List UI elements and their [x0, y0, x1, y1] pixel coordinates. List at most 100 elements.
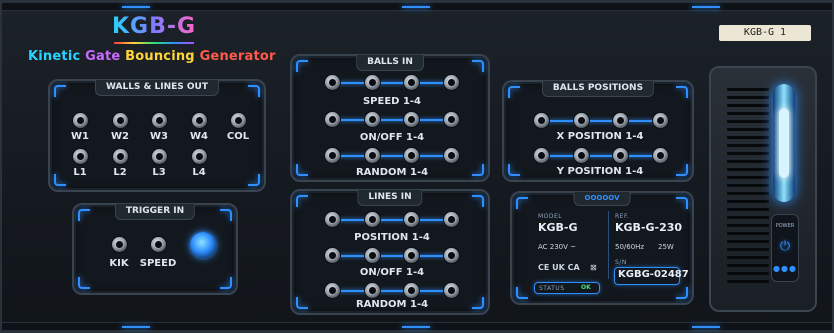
jack-onoff-4[interactable] [444, 112, 459, 127]
jack-speed-1[interactable] [325, 75, 340, 90]
row-label: X POSITION 1-4 [556, 131, 644, 142]
subtitle-word: Kinetic [28, 49, 81, 64]
jack-w2[interactable] [113, 113, 128, 128]
jack-onoff-4[interactable] [444, 248, 459, 263]
jack-random-4[interactable] [444, 283, 459, 298]
jack-speed-4[interactable] [444, 75, 459, 90]
jack-kik[interactable] [112, 237, 127, 252]
vent-slot [727, 264, 769, 267]
trigger-led-button[interactable] [190, 232, 216, 258]
jack-y-1[interactable] [534, 148, 549, 163]
jack-label: L4 [192, 167, 206, 178]
corner-light [54, 174, 66, 186]
jack-random-1[interactable] [325, 283, 340, 298]
jack-y-3[interactable] [613, 148, 628, 163]
jack-label: W4 [190, 131, 208, 142]
subtitle-word: Gate [85, 49, 121, 64]
jack-y-4[interactable] [653, 148, 668, 163]
jack-position-1[interactable] [325, 212, 340, 227]
panel-title: BALLS POSITIONS [541, 81, 655, 97]
jack-onoff-1[interactable] [325, 112, 340, 127]
vent-slot [727, 256, 769, 259]
corner-light [296, 164, 308, 176]
jack-y-2[interactable] [574, 148, 589, 163]
jack-onoff-3[interactable] [404, 112, 419, 127]
brand-underline [114, 42, 194, 44]
top-rail [2, 2, 832, 11]
power-unit: POWER ⏻ ●●● [709, 66, 817, 312]
jack-position-3[interactable] [404, 212, 419, 227]
vent-slot [727, 208, 769, 211]
jack-position-4[interactable] [444, 212, 459, 227]
jack-random-3[interactable] [404, 283, 419, 298]
brand-subtitle: Kinetic Gate Bouncing Generator [28, 49, 276, 64]
power-indicator-dots: ●●● [773, 264, 797, 273]
jack-speed[interactable] [151, 237, 166, 252]
jack-position-2[interactable] [365, 212, 380, 227]
jack-onoff-2[interactable] [365, 112, 380, 127]
rail-light [402, 6, 430, 8]
vent-slot [727, 112, 769, 115]
module-name-tag[interactable]: KGB-G 1 [719, 25, 811, 41]
jack-w1[interactable] [73, 113, 88, 128]
vent-slot [727, 248, 769, 251]
jack-onoff-3[interactable] [404, 248, 419, 263]
corner-light [472, 164, 484, 176]
corner-light [472, 297, 484, 309]
jack-onoff-1[interactable] [325, 248, 340, 263]
patch-wire [332, 290, 452, 292]
rail-light [122, 326, 150, 328]
jack-x-4[interactable] [653, 113, 668, 128]
vent-slot [727, 192, 769, 195]
corner-light [508, 164, 520, 176]
ref-label: REF. [615, 213, 630, 220]
jack-random-3[interactable] [404, 148, 419, 163]
recycle-icon: ⊠ [590, 263, 597, 272]
jack-random-4[interactable] [444, 148, 459, 163]
vent-slot [727, 224, 769, 227]
row-label: ON/OFF 1-4 [359, 132, 425, 143]
jack-x-1[interactable] [534, 113, 549, 128]
jack-l2[interactable] [113, 149, 128, 164]
jack-w3[interactable] [152, 113, 167, 128]
jack-random-2[interactable] [365, 148, 380, 163]
vent-slot [727, 176, 769, 179]
jack-speed-2[interactable] [365, 75, 380, 90]
jack-speed-3[interactable] [404, 75, 419, 90]
corner-light [296, 195, 308, 207]
jack-l1[interactable] [73, 149, 88, 164]
vent-slot [727, 184, 769, 187]
corner-light [676, 287, 688, 299]
jack-label: KIK [109, 258, 129, 269]
jack-x-3[interactable] [613, 113, 628, 128]
jack-x-2[interactable] [574, 113, 589, 128]
info-plate: OOOOOV MODEL KGB-G REF. KGB-G-230 AC 230… [510, 191, 694, 305]
corner-light [296, 60, 308, 72]
power-label: POWER [775, 223, 795, 229]
jack-random-1[interactable] [325, 148, 340, 163]
vent-slot [727, 232, 769, 235]
vent-slot [727, 152, 769, 155]
vent-slot [727, 128, 769, 131]
model-label: MODEL [538, 213, 563, 220]
balls-positions-panel: BALLS POSITIONS X POSITION 1-4 Y POSITIO… [502, 80, 694, 182]
jack-label: L1 [73, 167, 87, 178]
jack-random-2[interactable] [365, 283, 380, 298]
jack-label: SPEED [139, 258, 177, 269]
jack-w4[interactable] [192, 113, 207, 128]
jack-col[interactable] [231, 113, 246, 128]
jack-onoff-2[interactable] [365, 248, 380, 263]
jack-l3[interactable] [152, 149, 167, 164]
jack-l4[interactable] [192, 149, 207, 164]
corner-light [516, 197, 528, 209]
trigger-in-panel: TRIGGER IN KIK SPEED [72, 203, 238, 295]
power-icon[interactable]: ⏻ [778, 240, 792, 254]
walls-lines-out-panel: WALLS & LINES OUT W1 W2 W3 W4 COL L1 L2 … [48, 79, 266, 192]
vent-slot [727, 144, 769, 147]
patch-wire [332, 219, 452, 221]
rail-light [692, 326, 720, 328]
patch-wire [332, 155, 452, 157]
row-label: Y POSITION 1-4 [556, 166, 644, 177]
glow-tube-core [779, 108, 789, 178]
vent-slot [727, 280, 769, 283]
